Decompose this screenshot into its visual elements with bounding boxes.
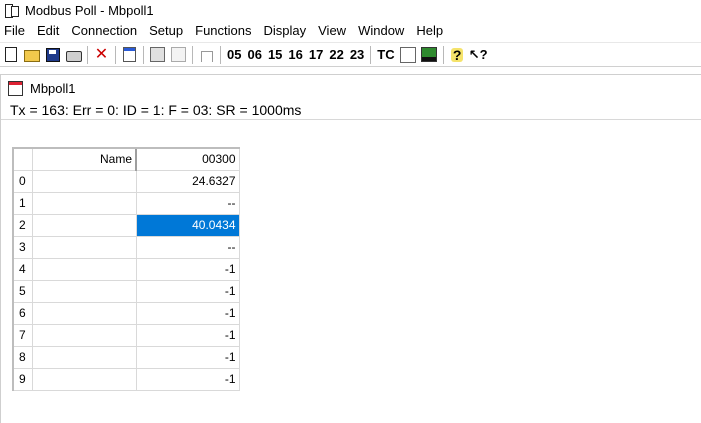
- value-cell[interactable]: -1: [135, 323, 240, 347]
- name-cell[interactable]: [31, 213, 137, 237]
- chart-icon[interactable]: [420, 45, 439, 64]
- selected-value-cell[interactable]: 40.0434: [135, 213, 240, 237]
- row-index: 1: [12, 191, 33, 215]
- menu-edit[interactable]: Edit: [32, 21, 66, 41]
- row-index: 6: [12, 301, 33, 325]
- function-05-button[interactable]: 05: [224, 45, 244, 64]
- value-cell[interactable]: -1: [135, 257, 240, 281]
- name-cell[interactable]: [31, 345, 137, 369]
- name-cell[interactable]: [31, 169, 137, 193]
- table-row: 3 --: [12, 235, 240, 259]
- register-grid: Name 00300 0 24.6327 1 -- 2 40.0434 3 --…: [12, 147, 240, 391]
- table-row: 0 24.6327: [12, 169, 240, 193]
- delete-icon[interactable]: ✕: [92, 45, 111, 64]
- menu-file[interactable]: File: [0, 21, 32, 41]
- row-index: 2: [12, 213, 33, 237]
- toolbar-separator: [87, 45, 88, 64]
- window-title: Modbus Poll - Mbpoll1: [25, 2, 154, 18]
- function-15-button[interactable]: 15: [265, 45, 285, 64]
- connect-icon[interactable]: [148, 45, 167, 64]
- value-cell[interactable]: -1: [135, 345, 240, 369]
- table-row: 7 -1: [12, 323, 240, 347]
- toolbar-separator: [115, 45, 116, 64]
- mdi-client-area: Mbpoll1 Tx = 163: Err = 0: ID = 1: F = 0…: [0, 67, 701, 423]
- name-cell[interactable]: [31, 191, 137, 215]
- window-icon[interactable]: [120, 45, 139, 64]
- menu-bar: File Edit Connection Setup Functions Dis…: [0, 21, 701, 41]
- menu-view[interactable]: View: [313, 21, 353, 41]
- value-cell[interactable]: -1: [135, 367, 240, 391]
- name-column-header[interactable]: Name: [31, 147, 137, 171]
- document-icon: [8, 80, 23, 96]
- name-cell[interactable]: [31, 279, 137, 303]
- name-cell[interactable]: [31, 301, 137, 325]
- help-icon[interactable]: ?: [448, 45, 467, 64]
- row-index: 8: [12, 345, 33, 369]
- function-06-button[interactable]: 06: [244, 45, 264, 64]
- toolbar: ✕ 05 06 15 16 17 22 23 TC ? ↖?: [0, 42, 701, 67]
- traffic-monitor-button[interactable]: TC: [374, 45, 397, 64]
- menu-window[interactable]: Window: [353, 21, 411, 41]
- row-index: 5: [12, 279, 33, 303]
- new-document-icon[interactable]: [1, 45, 20, 64]
- row-index: 0: [12, 169, 33, 193]
- toolbar-separator: [192, 45, 193, 64]
- modbus-app-icon: [5, 3, 19, 18]
- value-cell[interactable]: --: [135, 235, 240, 259]
- table-row: 9 -1: [12, 367, 240, 391]
- function-22-button[interactable]: 22: [326, 45, 346, 64]
- row-index: 7: [12, 323, 33, 347]
- poll-status-line: Tx = 163: Err = 0: ID = 1: F = 03: SR = …: [1, 101, 701, 120]
- table-row: 1 --: [12, 191, 240, 215]
- menu-display[interactable]: Display: [259, 21, 314, 41]
- whats-this-icon[interactable]: ↖?: [469, 45, 488, 64]
- value-cell[interactable]: 24.6327: [135, 169, 240, 193]
- grid-header-row: Name 00300: [12, 147, 240, 171]
- value-cell[interactable]: -1: [135, 279, 240, 303]
- table-row: 2 40.0434: [12, 213, 240, 237]
- single-read-icon[interactable]: [197, 45, 216, 64]
- title-bar: Modbus Poll - Mbpoll1: [0, 0, 701, 20]
- save-icon[interactable]: [43, 45, 62, 64]
- table-row: 5 -1: [12, 279, 240, 303]
- row-index: 9: [12, 367, 33, 391]
- child-title: Mbpoll1: [30, 80, 76, 96]
- menu-help[interactable]: Help: [411, 21, 450, 41]
- child-title-bar[interactable]: Mbpoll1: [1, 75, 701, 101]
- row-index: 3: [12, 235, 33, 259]
- value-cell[interactable]: -1: [135, 301, 240, 325]
- table-row: 6 -1: [12, 301, 240, 325]
- toolbar-separator: [442, 45, 444, 64]
- name-cell[interactable]: [31, 367, 137, 391]
- value-cell[interactable]: --: [135, 191, 240, 215]
- function-16-button[interactable]: 16: [285, 45, 305, 64]
- function-17-button[interactable]: 17: [306, 45, 326, 64]
- name-cell[interactable]: [31, 235, 137, 259]
- mbpoll-child-window[interactable]: Mbpoll1 Tx = 163: Err = 0: ID = 1: F = 0…: [0, 74, 701, 423]
- disconnect-icon[interactable]: [169, 45, 188, 64]
- menu-functions[interactable]: Functions: [190, 21, 258, 41]
- value-column-header[interactable]: 00300: [135, 147, 240, 171]
- name-cell[interactable]: [31, 257, 137, 281]
- picture-icon[interactable]: [399, 45, 418, 64]
- grid-corner-cell: [12, 147, 33, 171]
- toolbar-separator: [220, 45, 221, 64]
- menu-setup[interactable]: Setup: [144, 21, 190, 41]
- menu-connection[interactable]: Connection: [66, 21, 144, 41]
- toolbar-separator: [370, 45, 372, 64]
- print-icon[interactable]: [64, 45, 83, 64]
- row-index: 4: [12, 257, 33, 281]
- open-folder-icon[interactable]: [22, 45, 41, 64]
- table-row: 4 -1: [12, 257, 240, 281]
- toolbar-separator: [143, 45, 144, 64]
- table-row: 8 -1: [12, 345, 240, 369]
- name-cell[interactable]: [31, 323, 137, 347]
- function-23-button[interactable]: 23: [347, 45, 367, 64]
